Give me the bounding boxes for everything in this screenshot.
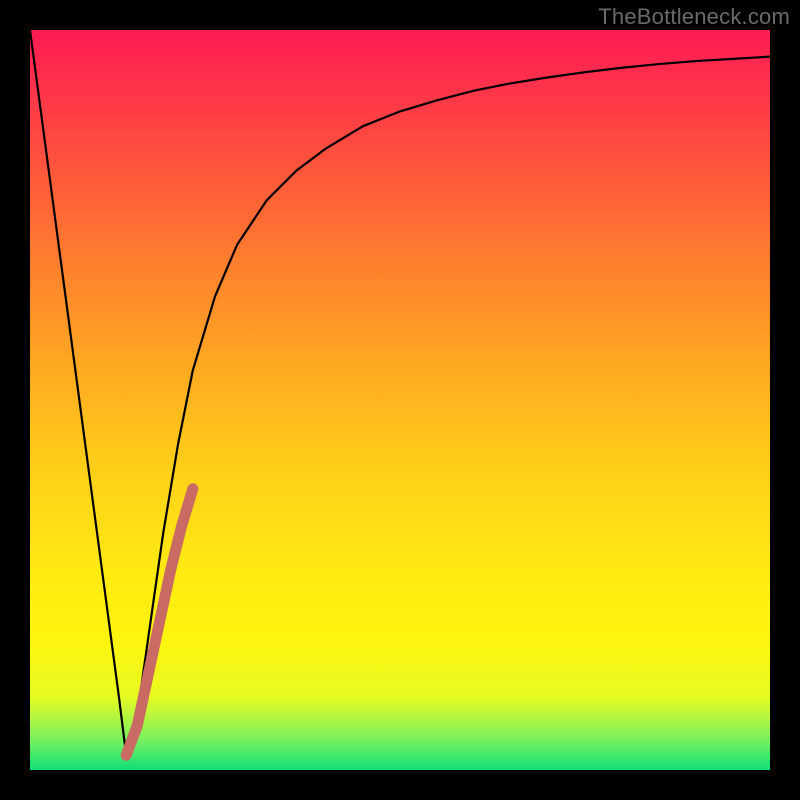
chart-svg	[30, 30, 770, 770]
chart-frame: TheBottleneck.com	[0, 0, 800, 800]
bottleneck-curve	[30, 30, 770, 755]
highlight-segment	[126, 489, 193, 755]
attribution-text: TheBottleneck.com	[598, 4, 790, 30]
plot-area	[30, 30, 770, 770]
